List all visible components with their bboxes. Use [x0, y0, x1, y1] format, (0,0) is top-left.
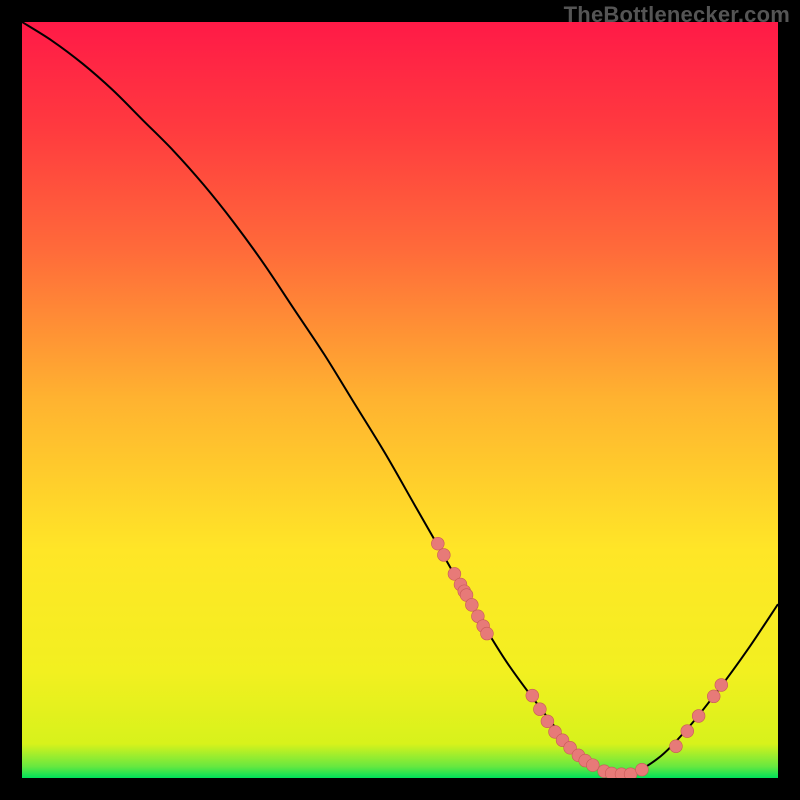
curve-marker-dot	[692, 710, 705, 723]
curve-marker-dot	[465, 598, 478, 611]
curve-marker-dot	[715, 679, 728, 692]
chart-stage: TheBottlenecker.com	[0, 0, 800, 800]
curve-marker-dot	[481, 627, 494, 640]
curve-marker-dot	[681, 725, 694, 738]
curve-marker-dot	[624, 768, 637, 778]
bottleneck-chart	[22, 22, 778, 778]
gradient-panel	[22, 22, 778, 778]
curve-marker-dot	[431, 537, 444, 550]
curve-marker-dot	[541, 715, 554, 728]
curve-marker-dot	[437, 549, 450, 562]
curve-marker-dot	[533, 703, 546, 716]
curve-marker-dot	[586, 759, 599, 772]
curve-marker-dot	[636, 763, 649, 776]
curve-marker-dot	[707, 690, 720, 703]
curve-marker-dot	[670, 740, 683, 753]
curve-marker-dot	[526, 689, 539, 702]
